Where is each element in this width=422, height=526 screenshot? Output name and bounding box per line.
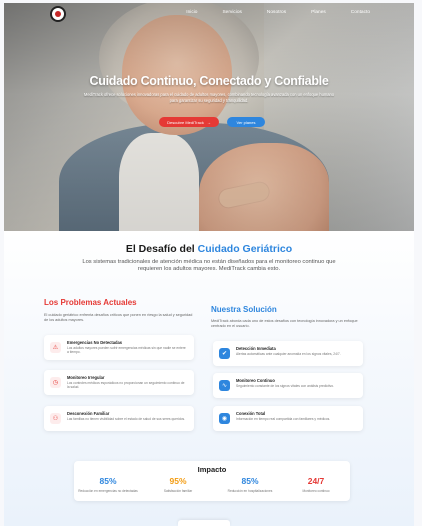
nav-links: Inicio Servicios Nosotros Planes Contact… bbox=[186, 10, 370, 15]
impact-stat: 85% Reducción en hospitalizaciones bbox=[216, 476, 284, 493]
problem-card-title: Desconexión Familiar bbox=[67, 411, 110, 416]
nav-link-nosotros[interactable]: Nosotros bbox=[267, 10, 286, 15]
hero-title: Cuidado Continuo, Conectado y Confiable bbox=[89, 74, 329, 88]
problem-card-monitoring: ◷ Monitoreo Irregular Los controles médi… bbox=[44, 370, 194, 395]
next-section-tab bbox=[178, 520, 230, 526]
solution-card-detection: ✔ Detección Inmediata Alertas automática… bbox=[213, 341, 363, 366]
top-navigation: Inicio Servicios Nosotros Planes Contact… bbox=[4, 3, 414, 25]
impact-stat-value: 24/7 bbox=[307, 476, 325, 486]
nav-link-servicios[interactable]: Servicios bbox=[222, 10, 241, 15]
solution-card-title: Monitoreo Continuo bbox=[236, 378, 275, 383]
problem-card-title: Monitoreo Irregular bbox=[67, 375, 105, 380]
problems-description: El cuidado geriátrico enfrenta desafíos … bbox=[44, 313, 193, 322]
solution-card-text: Información en tiempo real compartida co… bbox=[236, 417, 331, 421]
impact-stat-label: Monitoreo continuo bbox=[302, 489, 330, 493]
logo-icon[interactable] bbox=[50, 6, 66, 22]
impact-stat-label: Satisfacción familiar bbox=[163, 489, 193, 493]
hero-subtitle: MediTrack ofrece soluciones innovadoras … bbox=[83, 92, 335, 103]
nav-link-planes[interactable]: Planes bbox=[311, 10, 326, 15]
activity-icon: ∿ bbox=[219, 380, 230, 391]
users-icon: ⚇ bbox=[50, 413, 61, 424]
impact-title: Impacto bbox=[197, 465, 227, 474]
solution-card-monitoring: ∿ Monitoreo Continuo Seguimiento constan… bbox=[213, 373, 363, 398]
challenge-description: Los sistemas tradicionales de atención m… bbox=[82, 259, 336, 273]
discover-button-label: Descubre MediTrack bbox=[167, 119, 204, 125]
problem-card-emergencies: ⚠ Emergencias No Detectadas Los adultos … bbox=[44, 335, 194, 360]
arrow-right-icon: → bbox=[206, 119, 211, 125]
impact-stat: 85% Reducción en emergencias no detectad… bbox=[74, 476, 142, 493]
problem-card-family: ⚇ Desconexión Familiar Las familias no t… bbox=[44, 406, 194, 431]
solution-heading: Nuestra Solución bbox=[211, 305, 277, 314]
shield-check-icon: ✔ bbox=[219, 348, 230, 359]
solution-card-title: Detección Inmediata bbox=[236, 346, 276, 351]
challenge-title-highlight: Cuidado Geriátrico bbox=[197, 243, 293, 255]
impact-stat: 95% Satisfacción familiar bbox=[144, 476, 212, 493]
solution-description: MediTrack aborda cada uno de estos desaf… bbox=[211, 319, 358, 328]
problem-card-text: Las familias no tienen visibilidad sobre… bbox=[67, 417, 186, 421]
challenge-title: El Desafío del Cuidado Geriátrico bbox=[4, 243, 414, 255]
problem-card-title: Emergencias No Detectadas bbox=[67, 340, 123, 345]
solution-card-text: Seguimiento constante de los signos vita… bbox=[236, 384, 335, 388]
nav-link-contacto[interactable]: Contacto bbox=[351, 10, 370, 15]
solution-card-text: Alertas automáticas ante cualquier anoma… bbox=[236, 352, 341, 356]
impact-stat-label: Reducción en emergencias no detectadas bbox=[78, 489, 138, 493]
discover-meditrack-button[interactable]: Descubre MediTrack → bbox=[159, 117, 219, 127]
challenge-section: El Desafío del Cuidado Geriátrico Los si… bbox=[4, 231, 414, 526]
problems-heading: Los Problemas Actuales bbox=[44, 298, 137, 307]
challenge-title-prefix: El Desafío del bbox=[125, 243, 198, 255]
impact-stat-value: 85% bbox=[99, 476, 117, 486]
solution-card-title: Conexión Total bbox=[236, 411, 266, 416]
impact-stat-label: Reducción en hospitalizaciones bbox=[227, 489, 273, 493]
impact-stat: 24/7 Monitoreo continuo bbox=[282, 476, 350, 493]
page: Inicio Servicios Nosotros Planes Contact… bbox=[4, 3, 414, 526]
impact-stat-value: 85% bbox=[241, 476, 259, 486]
solution-card-connection: ◉ Conexión Total Información en tiempo r… bbox=[213, 406, 363, 431]
alert-triangle-icon: ⚠ bbox=[50, 342, 61, 353]
connection-icon: ◉ bbox=[219, 413, 230, 424]
impact-stat-value: 95% bbox=[169, 476, 187, 486]
problem-card-text: Los controles médicos esporádicos no pro… bbox=[67, 381, 185, 390]
impact-panel: Impacto 85% Reducción en emergencias no … bbox=[74, 461, 350, 501]
clock-icon: ◷ bbox=[50, 377, 61, 388]
view-plans-button[interactable]: Ver planes bbox=[227, 117, 265, 127]
nav-link-inicio[interactable]: Inicio bbox=[186, 10, 197, 15]
hero-section: Inicio Servicios Nosotros Planes Contact… bbox=[4, 3, 414, 231]
problem-card-text: Los adultos mayores pueden sufrir emerge… bbox=[67, 346, 186, 355]
